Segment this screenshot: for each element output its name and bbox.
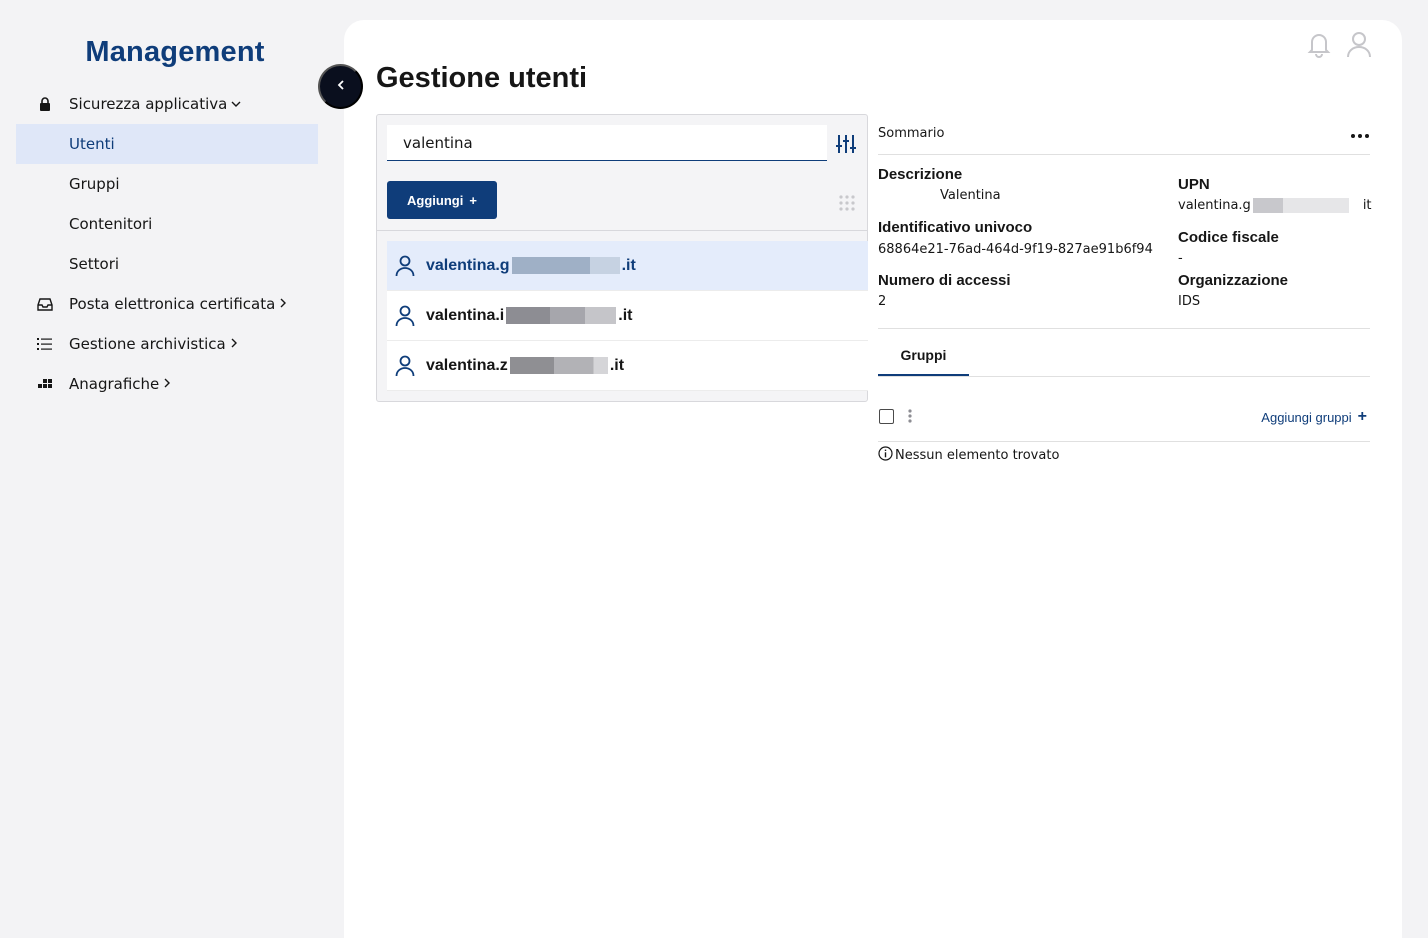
divider (878, 328, 1370, 329)
user-icon (395, 355, 415, 382)
main-panel: Gestione utenti Aggiungi + valentina.g (344, 20, 1402, 938)
sidebar-item-label: Settori (69, 255, 120, 273)
list-item[interactable]: valentina.z .it (387, 341, 868, 391)
list-item[interactable]: valentina.g .it (387, 241, 868, 291)
user-icon[interactable] (1346, 30, 1372, 62)
app-brand: Management (85, 36, 265, 68)
lock-icon (36, 96, 54, 112)
users-list: valentina.g .it valentina.i .it valentin… (387, 241, 868, 391)
add-button-label: Aggiungi (407, 192, 464, 208)
org-label: Organizzazione (1178, 272, 1289, 289)
empty-state-text: Nessun elemento trovato (895, 448, 1060, 463)
users-list-panel: Aggiungi + valentina.g .it (376, 114, 868, 402)
redacted-block (1252, 198, 1283, 213)
sidebar-item-gestione-archivistica[interactable]: Gestione archivistica (16, 324, 318, 364)
sidebar-item-label: Posta elettronica certificata (69, 295, 276, 313)
plus-icon: + (1357, 408, 1367, 425)
tab-gruppi[interactable]: Gruppi (878, 336, 969, 376)
chevron-right-icon (163, 377, 171, 392)
divider (377, 230, 867, 231)
redacted-block (509, 357, 608, 374)
upn-prefix: valentina.g (1178, 198, 1251, 213)
select-all-checkbox[interactable] (879, 409, 894, 424)
descrizione-label: Descrizione (878, 166, 963, 183)
user-email: valentina.z .it (426, 357, 624, 375)
sidebar-item-anagrafiche[interactable]: Anagrafiche (16, 364, 318, 404)
empty-state-message: Nessun elemento trovato (878, 446, 1059, 465)
list-item[interactable]: valentina.i .it (387, 291, 868, 341)
sidebar-item-posta-elettronica[interactable]: Posta elettronica certificata (16, 284, 318, 324)
kebab-menu-icon[interactable] (908, 408, 912, 427)
info-icon (878, 446, 893, 465)
accessi-value: 2 (878, 294, 887, 309)
sidebar-item-label: Gestione archivistica (69, 335, 226, 353)
user-email-suffix: .it (621, 256, 636, 274)
user-email: valentina.i .it (426, 307, 632, 325)
upn-label: UPN (1178, 176, 1210, 193)
upn-suffix: it (1362, 198, 1372, 213)
sidebar-item-label: Gruppi (69, 175, 120, 193)
grid-view-icon[interactable] (839, 195, 855, 215)
more-options-icon[interactable] (1350, 124, 1370, 143)
sidebar-item-utenti[interactable]: Utenti (16, 124, 318, 164)
chevron-right-icon (230, 337, 238, 352)
org-value: IDS (1178, 294, 1201, 309)
sidebar-item-contenitori[interactable]: Contenitori (16, 204, 318, 244)
add-groups-label: Aggiungi gruppi (1261, 409, 1352, 425)
add-user-button[interactable]: Aggiungi + (387, 181, 497, 219)
divider (878, 376, 1370, 377)
chevron-left-icon (336, 79, 346, 94)
user-email: valentina.g .it (426, 257, 636, 275)
sidebar-item-label: Contenitori (69, 215, 153, 233)
sidebar-item-settori[interactable]: Settori (16, 244, 318, 284)
search-field[interactable] (387, 125, 827, 161)
sidebar-item-sicurezza-applicativa[interactable]: Sicurezza applicativa (16, 84, 318, 124)
sidebar-item-label: Utenti (69, 135, 115, 153)
id-label: Identificativo univoco (878, 219, 1033, 236)
user-email-prefix: valentina.i (426, 306, 505, 324)
inbox-icon (36, 296, 54, 312)
chevron-down-icon (231, 97, 241, 112)
page-title: Gestione utenti (376, 62, 588, 94)
sidebar-item-gruppi[interactable]: Gruppi (16, 164, 318, 204)
id-value: 68864e21-76ad-464d-9f19-827ae91b6f94 (878, 242, 1153, 257)
user-email-suffix: .it (609, 356, 625, 374)
search-input[interactable] (387, 125, 827, 160)
user-icon (395, 255, 415, 282)
user-email-prefix: valentina.g (426, 256, 510, 274)
collapse-sidebar-button[interactable] (318, 64, 363, 109)
chevron-right-icon (279, 297, 287, 312)
apps-icon (36, 376, 54, 392)
summary-heading: Sommario (878, 126, 945, 141)
cf-label: Codice fiscale (1178, 229, 1279, 246)
user-email-suffix: .it (618, 306, 633, 324)
divider (878, 441, 1370, 442)
divider (878, 154, 1370, 155)
plus-icon: + (469, 192, 477, 208)
sidebar-item-label: Anagrafiche (69, 375, 160, 393)
descrizione-value: Valentina (940, 188, 1001, 203)
cf-value: - (1178, 251, 1183, 266)
redacted-block (506, 307, 617, 324)
list-icon (36, 336, 54, 352)
bell-icon[interactable] (1306, 30, 1332, 62)
filter-icon[interactable] (835, 133, 857, 159)
upn-value: valentina.g it (1178, 198, 1372, 213)
redacted-block (1282, 198, 1349, 213)
add-groups-button[interactable]: Aggiungi gruppi + (1261, 408, 1367, 426)
sidebar: Management Sicurezza applicativa Utenti … (0, 0, 330, 938)
accessi-label: Numero di accessi (878, 272, 1011, 289)
user-email-prefix: valentina.z (426, 356, 508, 374)
user-icon (395, 305, 415, 332)
redacted-block (511, 257, 620, 274)
sidebar-item-label: Sicurezza applicativa (69, 95, 228, 113)
